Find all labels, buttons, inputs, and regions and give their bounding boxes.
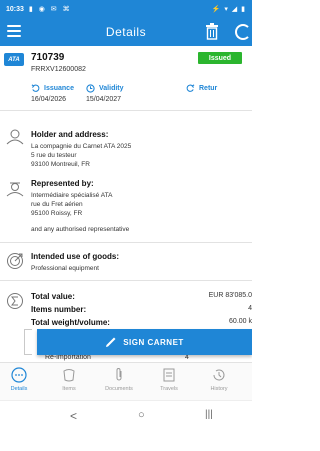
representative-icon bbox=[6, 182, 24, 197]
represented-line: rue du Fret aérien bbox=[31, 201, 83, 208]
target-icon bbox=[7, 253, 23, 269]
represented-title: Represented by: bbox=[31, 179, 94, 188]
total-value-row: Total value: EUR 83'085.0 bbox=[31, 292, 252, 301]
details-icon bbox=[11, 367, 27, 383]
carnet-header: ATA 710739 FRRXV12600082 Issued Issuance… bbox=[0, 46, 252, 110]
nav-travels[interactable]: Travels bbox=[144, 367, 194, 392]
system-nav-bar: < ○ ||| bbox=[0, 400, 252, 451]
return-block: Retur bbox=[186, 84, 217, 93]
carnet-number: 710739 bbox=[31, 52, 65, 63]
travels-icon bbox=[163, 368, 175, 382]
holder-line: 5 rue du testeur bbox=[31, 152, 77, 159]
nav-history[interactable]: History bbox=[194, 367, 244, 392]
validity-label: Validity bbox=[99, 85, 124, 92]
status-bar: 10:33 ▮ ◉ ✉ ⌘ ⚡ ▾ ◢ ▮ bbox=[0, 0, 252, 18]
nav-details-label: Details bbox=[10, 386, 28, 392]
validity-date: 15/04/2027 bbox=[86, 96, 122, 103]
nav-details[interactable]: Details bbox=[0, 367, 44, 392]
divider bbox=[0, 242, 252, 243]
refresh-icon[interactable] bbox=[235, 24, 251, 40]
return-icon bbox=[186, 84, 195, 92]
total-value-label: Total value: bbox=[31, 292, 75, 301]
holder-line: La compagnie du Carnet ATA 2025 bbox=[31, 143, 132, 150]
use-value: Professional equipment bbox=[31, 265, 99, 272]
represented-line: 95100 Roissy, FR bbox=[31, 210, 83, 217]
nav-documents[interactable]: Documents bbox=[94, 367, 144, 392]
total-value: EUR 83'085.0 bbox=[208, 292, 252, 299]
items-number-row: Items number: 4 bbox=[31, 305, 252, 314]
reimport-label: Re-importation bbox=[45, 354, 91, 361]
reimport-row: Re-importation 4 bbox=[45, 354, 252, 361]
clock-icon bbox=[86, 84, 95, 93]
holder-line: 93100 Montreuil, FR bbox=[31, 161, 90, 168]
represented-line: Intermédiaire spécialisé ATA bbox=[31, 192, 113, 199]
sign-carnet-label: SIGN CARNET bbox=[123, 337, 184, 347]
return-label: Retur bbox=[199, 85, 218, 92]
issuance-label: Issuance bbox=[44, 85, 74, 92]
nav-history-label: History bbox=[210, 386, 228, 392]
nav-items[interactable]: Items bbox=[44, 367, 94, 392]
status-badge: Issued bbox=[198, 52, 242, 64]
total-weight-label: Total weight/volume: bbox=[31, 318, 110, 327]
validity-block: Validity 15/04/2027 bbox=[86, 84, 124, 103]
carnet-reference: FRRXV12600082 bbox=[31, 66, 86, 73]
recents-icon[interactable]: ||| bbox=[205, 409, 213, 420]
represented-line: and any authorised representative bbox=[31, 226, 130, 233]
trash-icon[interactable] bbox=[205, 23, 219, 40]
use-title: Intended use of goods: bbox=[31, 252, 119, 261]
items-number: 4 bbox=[248, 305, 252, 312]
issuance-icon bbox=[31, 84, 40, 92]
total-weight: 60.00 k bbox=[229, 318, 252, 325]
system-status-icons: ⚡ ▾ ◢ ▮ bbox=[211, 6, 246, 13]
reimport-count: 4 bbox=[185, 354, 189, 361]
issuance-block: Issuance 16/04/2026 bbox=[31, 84, 74, 103]
items-icon bbox=[63, 369, 75, 382]
ata-logo: ATA bbox=[4, 53, 24, 66]
status-time: 10:33 bbox=[6, 5, 24, 13]
sign-carnet-button[interactable]: SIGN CARNET bbox=[37, 329, 252, 355]
app-bar: Details bbox=[0, 18, 252, 46]
items-number-label: Items number: bbox=[31, 305, 87, 314]
bottom-nav: Details Items Documents Travels History bbox=[0, 362, 252, 400]
sum-icon bbox=[7, 293, 23, 309]
holder-title: Holder and address: bbox=[31, 130, 109, 139]
app-screen: 10:33 ▮ ◉ ✉ ⌘ ⚡ ▾ ◢ ▮ Details ATA 710739… bbox=[0, 0, 252, 451]
history-icon bbox=[213, 369, 225, 381]
nav-items-label: Items bbox=[62, 386, 76, 392]
person-icon bbox=[6, 129, 24, 145]
divider bbox=[0, 110, 252, 111]
pen-icon bbox=[106, 337, 116, 347]
side-handle[interactable] bbox=[24, 329, 32, 355]
back-icon[interactable]: < bbox=[70, 409, 77, 423]
nav-documents-label: Documents bbox=[105, 386, 133, 392]
nav-travels-label: Travels bbox=[160, 386, 178, 392]
divider bbox=[0, 280, 252, 281]
notification-icons: ▮ ◉ ✉ ⌘ bbox=[28, 6, 72, 13]
issuance-date: 16/04/2026 bbox=[31, 96, 67, 103]
documents-icon bbox=[116, 368, 122, 381]
total-weight-row: Total weight/volume: 60.00 k bbox=[31, 318, 252, 327]
home-icon[interactable]: ○ bbox=[138, 409, 145, 421]
